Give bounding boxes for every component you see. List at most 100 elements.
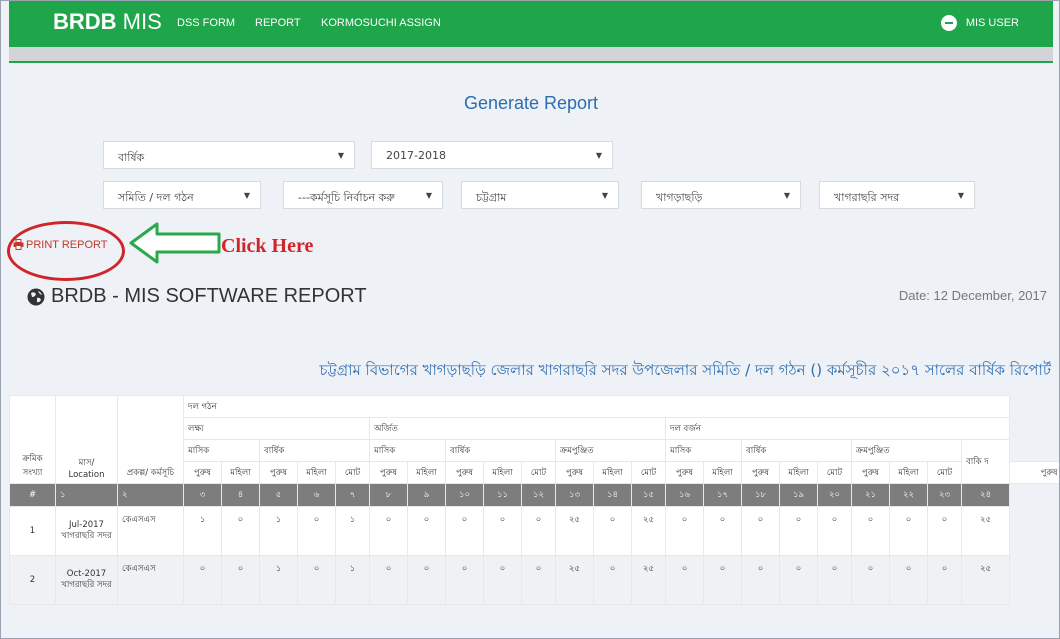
column-number-cell: ৬ bbox=[297, 483, 336, 507]
value-cell: ২৫ bbox=[555, 506, 594, 556]
annotation-arrow-icon bbox=[129, 222, 221, 264]
division-value: চট্টগ্রাম bbox=[476, 191, 507, 204]
user-name: MIS USER bbox=[965, 17, 1019, 29]
chevron-down-icon: ▼ bbox=[425, 191, 432, 200]
header-row-1: ক্রমিক সংখ্যা মাস/ Location প্রকল্প/ কর্… bbox=[9, 395, 1060, 484]
value-cell: ০ bbox=[407, 506, 446, 556]
male-header: পুরুষ bbox=[369, 461, 408, 484]
column-number-cell: ১৮ bbox=[741, 483, 780, 507]
target-header: লক্ষ্য bbox=[183, 417, 370, 440]
project-cell: কেএসএস bbox=[117, 506, 184, 556]
total-header: মোট bbox=[817, 461, 852, 484]
col-serial-header: ক্রমিক সংখ্যা bbox=[9, 395, 56, 484]
chevron-down-icon: ▼ bbox=[601, 191, 608, 200]
value-cell: ০ bbox=[407, 555, 446, 605]
upazila-select[interactable]: খাগরাছরি সদর ▼ bbox=[819, 181, 975, 209]
month-text: Jul-2017 bbox=[69, 520, 104, 530]
column-number-cell: # bbox=[9, 483, 56, 507]
column-number-cell: ৭ bbox=[335, 483, 370, 507]
female-header: মহিলা bbox=[703, 461, 742, 484]
total-header: মোট bbox=[521, 461, 556, 484]
target-yearly-header: বার্ষিক bbox=[259, 439, 370, 462]
column-number-cell: ১৪ bbox=[593, 483, 632, 507]
district-value: খাগড়াছড়ি bbox=[656, 191, 703, 204]
total-header: মোট bbox=[335, 461, 370, 484]
value-cell: ১ bbox=[183, 506, 222, 556]
column-number-cell: ১৬ bbox=[665, 483, 704, 507]
value-cell: ০ bbox=[817, 555, 852, 605]
column-number-cell: ১ bbox=[55, 483, 118, 507]
male-header: পুরুষ bbox=[183, 461, 222, 484]
month-text: Oct-2017 bbox=[66, 569, 107, 579]
female-header: মহিলা bbox=[221, 461, 260, 484]
value-cell: ২৫ bbox=[555, 555, 594, 605]
report-type-value: বার্ষিক bbox=[118, 151, 145, 164]
brand-logo[interactable]: BRDB MIS bbox=[53, 9, 162, 35]
fiscal-year-value: 2017-2018 bbox=[386, 149, 446, 162]
value-cell: ০ bbox=[483, 555, 522, 605]
column-number-cell: ৫ bbox=[259, 483, 298, 507]
column-number-cell: ২২ bbox=[889, 483, 928, 507]
top-navbar: BRDB MIS DSS FORM REPORT KORMOSUCHI ASSI… bbox=[9, 1, 1053, 47]
male-header: পুরুষ bbox=[1009, 461, 1059, 484]
nav-report[interactable]: REPORT bbox=[255, 17, 301, 29]
col-month-header: মাস/ Location bbox=[55, 395, 118, 484]
column-number-cell: ৯ bbox=[407, 483, 446, 507]
annotation-text: Click Here bbox=[221, 235, 314, 257]
value-cell: ২৫ bbox=[631, 555, 666, 605]
nav-dss-form[interactable]: DSS FORM bbox=[177, 17, 235, 29]
achieved-cumulative-header: ক্রমপুঞ্জিত bbox=[555, 439, 666, 462]
table-body: 1 Jul-2017 খাগরাছরি সদর কেএসএস ১ ০ ১ ০ ১ ০ ০ ০ ০ ০ ২৫ ০… bbox=[9, 506, 1060, 605]
female-header: মহিলা bbox=[483, 461, 522, 484]
user-menu[interactable]: MIS USER bbox=[940, 15, 1019, 31]
total-header: মোট bbox=[927, 461, 962, 484]
remaining-header: বাকি দ bbox=[960, 439, 1011, 484]
program-select[interactable]: ---কর্মসূচি নির্বাচন করু ▼ bbox=[283, 181, 443, 209]
male-header: পুরুষ bbox=[665, 461, 704, 484]
column-number-cell: ২৩ bbox=[927, 483, 962, 507]
column-number-cell: ১৫ bbox=[631, 483, 666, 507]
category-select[interactable]: সমিতি / দল গঠন ▼ bbox=[103, 181, 261, 209]
fiscal-year-select[interactable]: 2017-2018 ▼ bbox=[371, 141, 613, 169]
column-number-cell: ২৪ bbox=[960, 483, 1011, 507]
report-headline: চট্টগ্রাম বিভাগের খাগড়াছড়ি জেলার খাগরা… bbox=[319, 361, 1051, 379]
value-cell: ০ bbox=[703, 555, 742, 605]
dismissed-header: দল বর্জন bbox=[664, 417, 1011, 440]
value-cell: ১ bbox=[259, 506, 298, 556]
achieved-monthly-header: মাসিক bbox=[369, 439, 446, 462]
chevron-down-icon: ▼ bbox=[783, 191, 790, 200]
column-number-cell: ১৩ bbox=[555, 483, 594, 507]
achieved-header: অর্জিত bbox=[369, 417, 666, 440]
month-location-cell: Jul-2017 খাগরাছরি সদর bbox=[55, 506, 118, 556]
value-cell: ০ bbox=[779, 555, 818, 605]
report-date: Date: 12 December, 2017 bbox=[898, 288, 1047, 303]
value-cell: ০ bbox=[703, 506, 742, 556]
value-cell: ০ bbox=[665, 506, 704, 556]
value-cell: ০ bbox=[521, 506, 556, 556]
value-cell: ০ bbox=[817, 506, 852, 556]
value-cell: ০ bbox=[927, 506, 962, 556]
column-number-cell: ৪ bbox=[221, 483, 260, 507]
app-window: BRDB MIS DSS FORM REPORT KORMOSUCHI ASSI… bbox=[0, 0, 1060, 639]
user-icon bbox=[940, 15, 957, 31]
division-select[interactable]: চট্টগ্রাম ▼ bbox=[461, 181, 619, 209]
group-header: দল গঠন bbox=[182, 395, 1011, 418]
report-type-select[interactable]: বার্ষিক ▼ bbox=[103, 141, 355, 169]
female-header: মহিলা bbox=[779, 461, 818, 484]
value-cell: ১ bbox=[259, 555, 298, 605]
column-number-cell: ২১ bbox=[851, 483, 890, 507]
serial-cell: 1 bbox=[9, 506, 56, 556]
column-number-cell: ১৯ bbox=[779, 483, 818, 507]
value-cell: ০ bbox=[445, 506, 484, 556]
value-cell: ০ bbox=[369, 555, 408, 605]
value-cell: ০ bbox=[593, 506, 632, 556]
male-header: পুরুষ bbox=[851, 461, 890, 484]
value-cell: ০ bbox=[221, 506, 260, 556]
column-number-cell: ১২ bbox=[521, 483, 556, 507]
nav-kormosuchi-assign[interactable]: KORMOSUCHI ASSIGN bbox=[321, 17, 441, 29]
value-cell: ০ bbox=[741, 506, 780, 556]
district-select[interactable]: খাগড়াছড়ি ▼ bbox=[641, 181, 801, 209]
total-header: মোট bbox=[631, 461, 666, 484]
chevron-down-icon: ▼ bbox=[595, 151, 602, 160]
report-title-text: BRDB - MIS SOFTWARE REPORT bbox=[51, 285, 367, 307]
